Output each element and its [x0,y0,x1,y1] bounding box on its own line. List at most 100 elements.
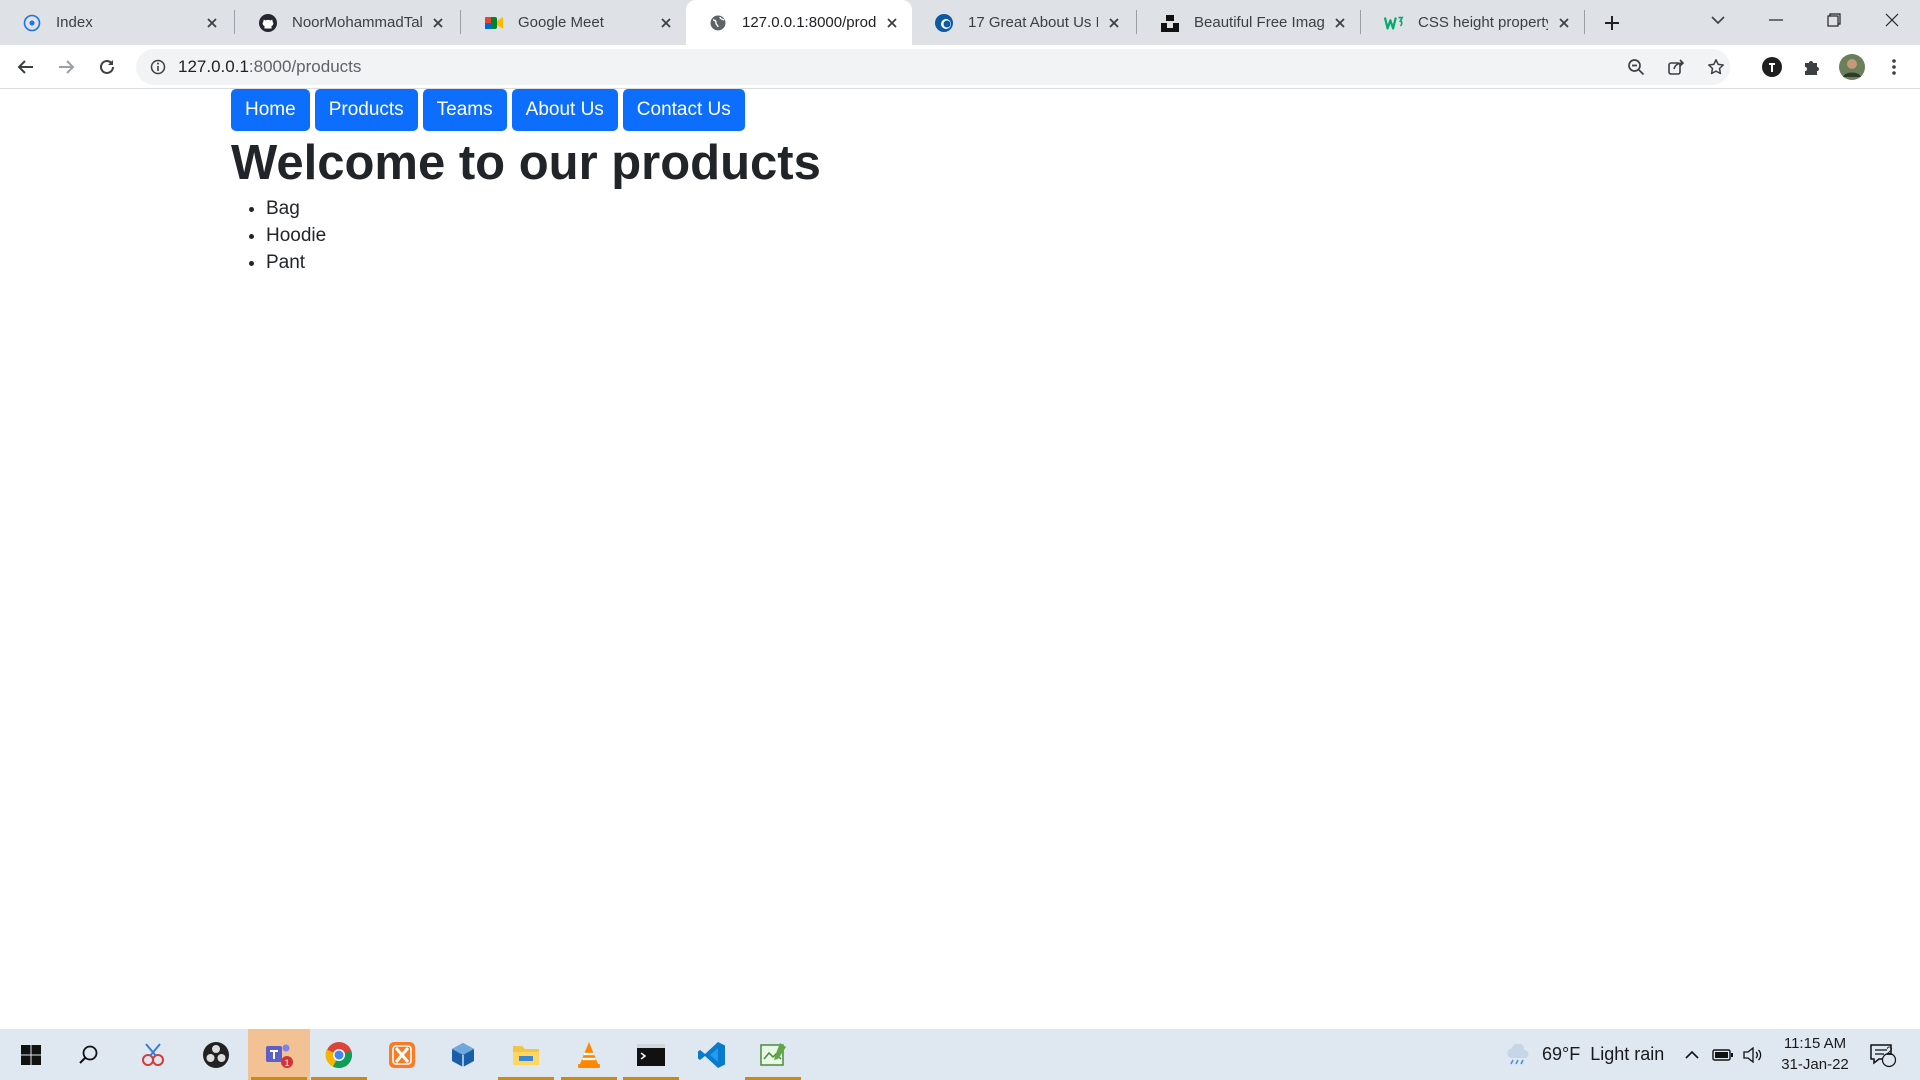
globe-icon [708,13,728,33]
google-meet-icon [484,13,504,33]
arrow-left-icon [17,60,33,74]
tab-title: Google Meet [518,14,604,31]
virtualbox-icon [452,1042,474,1067]
tab-divider [1584,10,1585,34]
chevron-down-icon [1711,16,1725,25]
taskbar-app-obs[interactable] [185,1029,247,1080]
close-icon[interactable] [656,13,676,33]
list-item: Pant [266,249,326,276]
snipping-tool-icon [142,1042,164,1066]
vlc-icon [578,1041,600,1068]
arrow-right-icon [59,60,75,74]
reload-button[interactable] [91,51,123,83]
search-icon [79,1045,98,1064]
tab-title: 17 Great About Us Pages [968,14,1098,31]
teams-icon: 1 [266,1044,293,1068]
restore-button[interactable] [1806,0,1862,40]
chevron-up-icon [1685,1050,1699,1059]
new-tab-button[interactable] [1597,8,1627,38]
url-host: 127.0.0.1 [178,57,249,76]
tab-index[interactable]: Index [0,0,232,45]
url-text[interactable]: 127.0.0.1:8000/products [178,57,361,77]
list-item: Bag [266,195,326,222]
tab-divider [1136,10,1137,34]
web-page: Home Products Teams About Us Contact Us … [0,89,1920,1029]
system-clock[interactable]: 11:15 AM 31-Jan-22 [1760,1033,1870,1075]
close-icon[interactable] [428,13,448,33]
tab-unsplash[interactable]: Beautiful Free Images [1138,0,1360,45]
notification-center-button[interactable]: 2 [1868,1029,1898,1080]
taskbar-app-file-explorer[interactable] [495,1029,557,1080]
github-icon [258,13,278,33]
star-icon[interactable] [1700,51,1732,83]
extension-icon[interactable] [1756,51,1788,83]
back-button[interactable] [10,51,42,83]
plus-icon [1605,16,1619,30]
tab-google-meet[interactable]: Google Meet [462,0,686,45]
minimize-button[interactable] [1748,0,1804,40]
start-icon [21,1044,41,1065]
taskbar-app-teams[interactable]: 1 [248,1029,310,1080]
unsplash-icon [1160,13,1180,33]
taskbar-app-notepad[interactable] [742,1029,804,1080]
close-icon[interactable] [202,13,222,33]
w3schools-icon [1384,13,1404,33]
tab-title: Beautiful Free Images [1194,14,1324,31]
tab-github[interactable]: NoorMohammadTalukder [236,0,458,45]
tab-divider [460,10,461,34]
globe-icon [22,13,42,33]
browser-toolbar: 127.0.0.1:8000/products [0,45,1920,89]
tab-search-button[interactable] [1690,0,1746,40]
volume-icon[interactable] [1742,1029,1762,1080]
nav-teams-button[interactable]: Teams [422,89,507,131]
file-explorer-icon [513,1045,539,1065]
close-icon[interactable] [1554,13,1574,33]
tab-title: CSS height property [1418,14,1548,31]
weather-widget[interactable]: 69°F Light rain [1504,1029,1664,1080]
taskbar-app-chrome[interactable] [308,1029,370,1080]
notification-count: 2 [1886,1044,1893,1058]
zoom-icon[interactable] [1620,51,1652,83]
info-icon[interactable] [148,57,168,77]
battery-icon[interactable] [1712,1029,1734,1080]
clock-time: 11:15 AM [1783,1035,1847,1052]
nav-products-button[interactable]: Products [314,89,418,131]
address-bar[interactable]: 127.0.0.1:8000/products [136,49,1730,85]
tab-about-us-pages[interactable]: 17 Great About Us Pages [912,0,1134,45]
taskbar-app-xampp[interactable] [371,1029,433,1080]
close-icon[interactable] [1104,13,1124,33]
tab-strip: Index NoorMohammadTalukder Google Meet 1… [0,0,1920,45]
forward-button[interactable] [50,51,82,83]
puzzle-icon[interactable] [1796,51,1828,83]
nav-contact-us-button[interactable]: Contact Us [622,89,745,131]
taskbar-app-vscode[interactable] [681,1029,743,1080]
main-nav: Home Products Teams About Us Contact Us [231,89,745,131]
close-icon[interactable] [882,13,902,33]
nav-about-us-button[interactable]: About Us [511,89,618,131]
search-button[interactable] [58,1029,120,1080]
close-icon[interactable] [1330,13,1350,33]
avatar[interactable] [1836,51,1868,83]
product-list: Bag Hoodie Pant [266,195,326,276]
tab-w3schools[interactable]: CSS height property [1362,0,1584,45]
taskbar-app-virtualbox[interactable] [432,1029,494,1080]
notepad-icon [760,1042,786,1066]
taskbar-app-terminal[interactable] [620,1029,682,1080]
rain-cloud-icon [1507,1043,1529,1064]
start-button[interactable] [0,1029,62,1080]
url-path: :8000/products [248,57,362,76]
minimize-icon [1769,19,1783,21]
close-icon [1885,13,1899,27]
taskbar-app-vlc[interactable] [558,1029,620,1080]
page-title: Welcome to our products [231,136,821,190]
nav-home-button[interactable]: Home [231,89,310,131]
taskbar-app-snipping-tool[interactable] [122,1029,184,1080]
share-icon[interactable] [1660,51,1692,83]
tab-divider [234,10,235,34]
close-window-button[interactable] [1864,0,1920,40]
terminal-icon [637,1043,665,1066]
menu-button[interactable] [1878,51,1910,83]
tab-products[interactable]: 127.0.0.1:8000/products [686,0,912,45]
show-hidden-icons-button[interactable] [1684,1029,1700,1080]
tab-title: NoorMohammadTalukder [292,14,422,31]
